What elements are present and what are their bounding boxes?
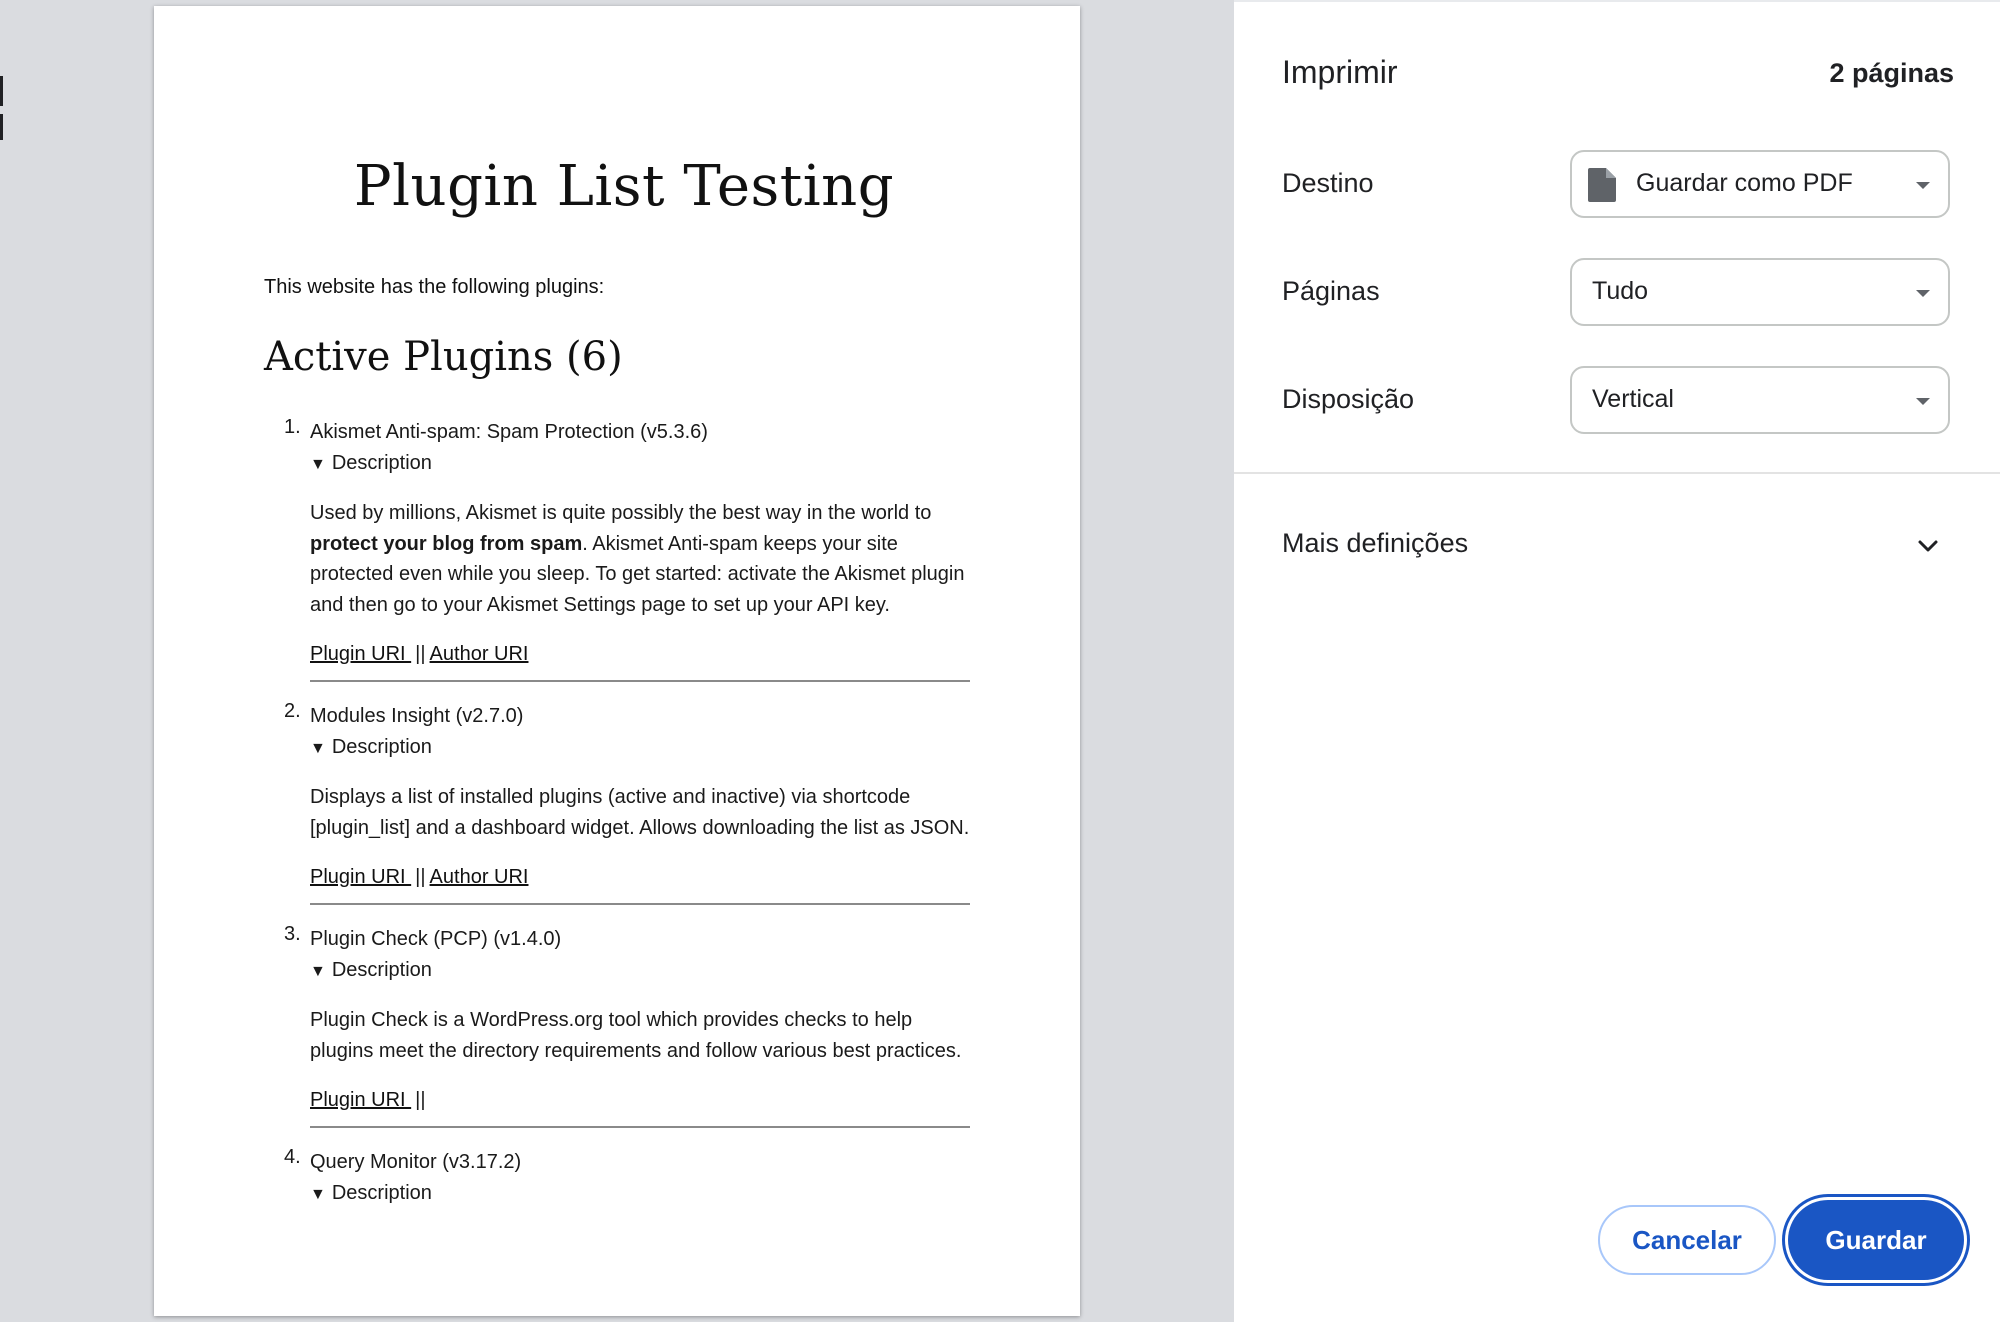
more-settings-label: Mais definições	[1282, 528, 1469, 558]
intro-text: This website has the following plugins:	[264, 276, 605, 298]
edge-marks	[0, 76, 4, 142]
dropdown-arrow-icon	[1916, 398, 1930, 405]
layout-select[interactable]: Vertical	[1570, 366, 1950, 434]
description-toggle[interactable]: ▼ Description	[310, 955, 984, 987]
plugin-links: Plugin URI || Author URI	[310, 638, 984, 670]
panel-title: Imprimir	[1282, 54, 1398, 90]
save-button[interactable]: Guardar	[1788, 1200, 1964, 1280]
plugin-name: Plugin Check (PCP) (v1.4.0)	[310, 928, 562, 950]
plugin-description: Used by millions, Akismet is quite possi…	[310, 498, 970, 620]
plugin-item: 3. Plugin Check (PCP) (v1.4.0) ▼ Descript…	[264, 923, 984, 1128]
more-settings-toggle[interactable]: Mais definições	[1234, 516, 2000, 576]
plugin-name: Akismet Anti-spam: Spam Protection (v5.3…	[310, 421, 708, 443]
document-icon	[1588, 168, 1616, 202]
link-separator: ||	[415, 866, 426, 888]
description-toggle[interactable]: ▼ Description	[310, 732, 984, 764]
cancel-button[interactable]: Cancelar	[1598, 1205, 1776, 1275]
layout-label: Disposição	[1282, 384, 1415, 414]
summary-label: Description	[331, 452, 432, 474]
description-text: Used by millions, Akismet is quite possi…	[310, 502, 932, 524]
pages-label: Páginas	[1282, 276, 1380, 306]
summary-label: Description	[331, 1182, 432, 1204]
dropdown-arrow-icon	[1916, 290, 1930, 297]
plugin-list: 1. Akismet Anti-spam: Spam Protection (v…	[264, 416, 984, 1210]
plugin-item: 4. Query Monitor (v3.17.2) ▼ Description	[264, 1146, 984, 1210]
panel-border	[1234, 0, 2000, 2]
plugin-uri-link[interactable]: Plugin URI	[310, 643, 411, 665]
plugin-links: Plugin URI || Author URI	[310, 861, 984, 893]
triangle-down-icon: ▼	[310, 456, 326, 473]
plugin-links: Plugin URI ||	[310, 1084, 984, 1116]
summary-label: Description	[331, 736, 432, 758]
plugin-uri-link[interactable]: Plugin URI	[310, 866, 411, 888]
pages-value: Tudo	[1592, 277, 1649, 305]
document-title: Plugin List Testing	[353, 154, 895, 219]
pages-select[interactable]: Tudo	[1570, 258, 1950, 326]
plugin-uri-link[interactable]: Plugin URI	[310, 1089, 411, 1111]
horizontal-rule	[310, 903, 970, 905]
print-preview-area[interactable]: Plugin List Testing This website has the…	[0, 0, 1234, 1322]
link-separator: ||	[415, 1089, 426, 1111]
triangle-down-icon: ▼	[310, 963, 326, 980]
triangle-down-icon: ▼	[310, 740, 326, 757]
plugin-name: Query Monitor (v3.17.2)	[310, 1151, 522, 1173]
description-toggle[interactable]: ▼ Description	[310, 448, 984, 480]
chevron-down-icon	[1918, 540, 1938, 552]
plugin-number: 2.	[284, 700, 301, 722]
author-uri-link[interactable]: Author URI	[430, 866, 529, 888]
description-bold-text: protect your blog from spam	[310, 532, 583, 555]
destination-label: Destino	[1282, 168, 1374, 198]
plugin-number: 1.	[284, 416, 301, 438]
summary-label: Description	[331, 959, 432, 981]
print-settings-panel: Imprimir 2 páginas Destino Guardar como …	[1234, 0, 2000, 1322]
plugin-description: Displays a list of installed plugins (ac…	[310, 786, 970, 839]
plugin-number: 3.	[284, 923, 301, 945]
author-uri-link[interactable]: Author URI	[430, 643, 529, 665]
triangle-down-icon: ▼	[310, 1186, 326, 1203]
plugin-name: Modules Insight (v2.7.0)	[310, 705, 524, 727]
description-toggle[interactable]: ▼ Description	[310, 1178, 984, 1210]
preview-page: Plugin List Testing This website has the…	[154, 6, 1080, 1316]
page-count: 2 páginas	[1829, 58, 1954, 88]
horizontal-rule	[310, 1126, 970, 1128]
plugin-number: 4.	[284, 1146, 301, 1168]
print-dialog: Plugin List Testing This website has the…	[0, 0, 2000, 1322]
section-heading: Active Plugins (6)	[264, 334, 623, 380]
dropdown-arrow-icon	[1916, 182, 1930, 189]
plugin-item: 2. Modules Insight (v2.7.0) ▼ Description…	[264, 700, 984, 905]
destination-value: Guardar como PDF	[1636, 169, 1853, 197]
layout-value: Vertical	[1592, 385, 1674, 413]
horizontal-rule	[310, 680, 970, 682]
plugin-item: 1. Akismet Anti-spam: Spam Protection (v…	[264, 416, 984, 682]
plugin-description: Plugin Check is a WordPress.org tool whi…	[310, 1009, 962, 1062]
link-separator: ||	[415, 643, 426, 665]
section-divider	[1234, 472, 2000, 474]
destination-select[interactable]: Guardar como PDF	[1570, 150, 1950, 218]
